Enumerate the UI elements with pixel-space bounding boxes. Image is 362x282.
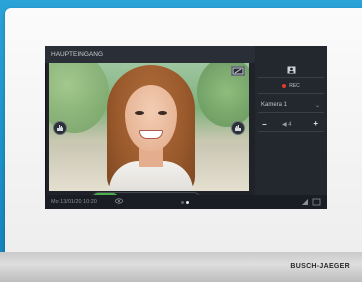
page-dot-1[interactable] <box>181 201 184 204</box>
snapshot-button[interactable] <box>258 63 324 78</box>
view-icon <box>115 198 123 206</box>
camera-select-value: Kamera 1 <box>261 102 288 108</box>
hand-icon-right[interactable] <box>231 121 245 135</box>
page-dot-2[interactable] <box>186 201 189 204</box>
volume-control: − ◀ 4 + <box>258 118 324 132</box>
volume-down-button[interactable]: − <box>262 120 267 129</box>
record-button[interactable]: REC <box>258 79 324 94</box>
chevron-down-icon: ⌄ <box>314 103 320 109</box>
datetime: Mo 13/01/20 10:20 <box>51 199 97 205</box>
brand-logo: BUSCH-JAEGER <box>290 263 350 270</box>
hand-icon-left[interactable] <box>53 121 67 135</box>
intercom-screen: HAUPTEINGANG REC Kamera 1 ⌄ − ◀ 4 + Mo 1… <box>45 46 327 209</box>
speaker-icon: ◀ <box>282 122 287 128</box>
page-indicator <box>181 200 191 206</box>
side-panel: REC Kamera 1 ⌄ − ◀ 4 + <box>255 46 327 195</box>
screen-title: HAUPTEINGANG <box>45 46 255 63</box>
camera-switch-icon[interactable] <box>231 66 245 76</box>
camera-select[interactable]: Kamera 1 ⌄ <box>258 99 324 113</box>
status-bar: Mo 13/01/20 10:20 <box>45 195 327 209</box>
volume-up-button[interactable]: + <box>313 119 318 128</box>
volume-value: 4 <box>288 122 292 128</box>
volume-level: ◀ 4 <box>282 121 292 128</box>
portrait-icon <box>287 66 295 74</box>
record-dot-icon <box>282 84 287 88</box>
record-label: REC <box>289 83 300 89</box>
status-icons <box>301 198 321 208</box>
camera-video-feed <box>49 63 249 191</box>
steel-frame: BUSCH-JAEGER <box>0 252 362 282</box>
